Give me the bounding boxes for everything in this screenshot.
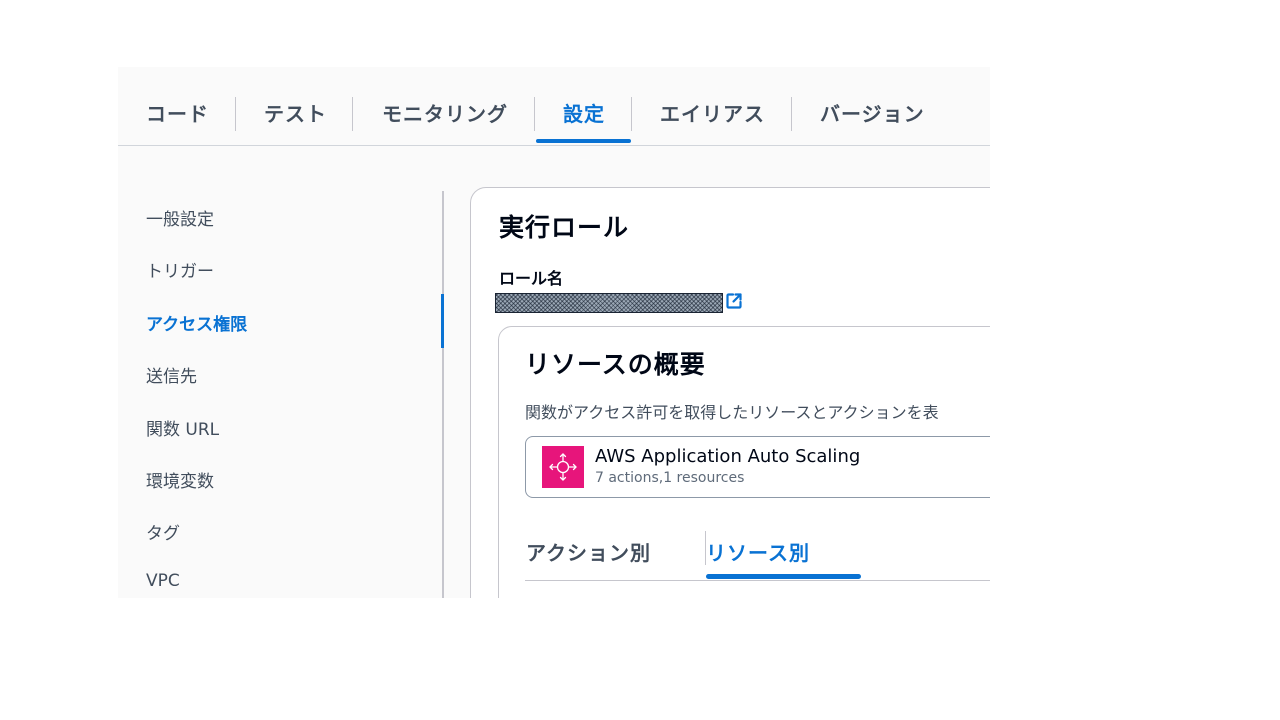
execution-role-title: 実行ロール [499,213,630,242]
nav-item-function-url[interactable]: 関数 URL [146,415,219,440]
execution-role-card: 実行ロール ロール名 リソースの概要 関数がアクセス許可を取得したリソースとアク… [470,187,990,598]
resource-summary-title: リソースの概要 [525,350,706,379]
tab-test[interactable]: テスト [264,101,327,131]
tab-by-resource[interactable]: リソース別 [706,537,810,566]
service-name: AWS Application Auto Scaling [595,446,861,467]
lambda-console-panel: コード テスト モニタリング 設定 エイリアス バージョン 一般設定 トリガー … [118,67,990,598]
tab-settings[interactable]: 設定 [563,101,605,131]
resource-summary-card: リソースの概要 関数がアクセス許可を取得したリソースとアクションを表 AWS A… [498,326,990,598]
nav-item-triggers[interactable]: トリガー [146,257,214,282]
nav-item-permissions[interactable]: アクセス権限 [146,310,247,335]
role-name-label: ロール名 [499,269,564,288]
resource-summary-description: 関数がアクセス許可を取得したリソースとアクションを表 [525,403,939,422]
tab-separator [791,97,792,131]
tab-code[interactable]: コード [146,101,209,131]
tab-baseline [525,580,990,581]
tab-aliases[interactable]: エイリアス [660,101,765,131]
tab-by-action[interactable]: アクション別 [526,537,651,566]
active-tab-indicator [706,574,861,579]
tab-separator [631,97,632,131]
nav-active-indicator [441,294,444,348]
nav-item-destinations[interactable]: 送信先 [146,362,197,387]
service-stats: 7 actions,1 resources [595,470,745,486]
external-link-icon[interactable] [725,292,743,310]
nav-item-environment-variables[interactable]: 環境変数 [146,467,214,492]
tab-versions[interactable]: バージョン [820,101,925,131]
application-auto-scaling-icon [542,446,584,488]
service-selector[interactable]: AWS Application Auto Scaling 7 actions,1… [525,436,990,498]
nav-item-vpc[interactable]: VPC [146,571,180,591]
nav-item-tags[interactable]: タグ [146,519,180,544]
nav-item-general-settings[interactable]: 一般設定 [146,205,214,230]
role-name-link[interactable] [495,293,723,313]
tab-separator [352,97,353,131]
active-tab-indicator [536,139,631,143]
nav-divider [442,191,444,598]
tab-separator [534,97,535,131]
tab-separator [235,97,236,131]
tab-monitoring[interactable]: モニタリング [382,101,508,131]
top-tab-bar: コード テスト モニタリング 設定 エイリアス バージョン [118,67,990,146]
